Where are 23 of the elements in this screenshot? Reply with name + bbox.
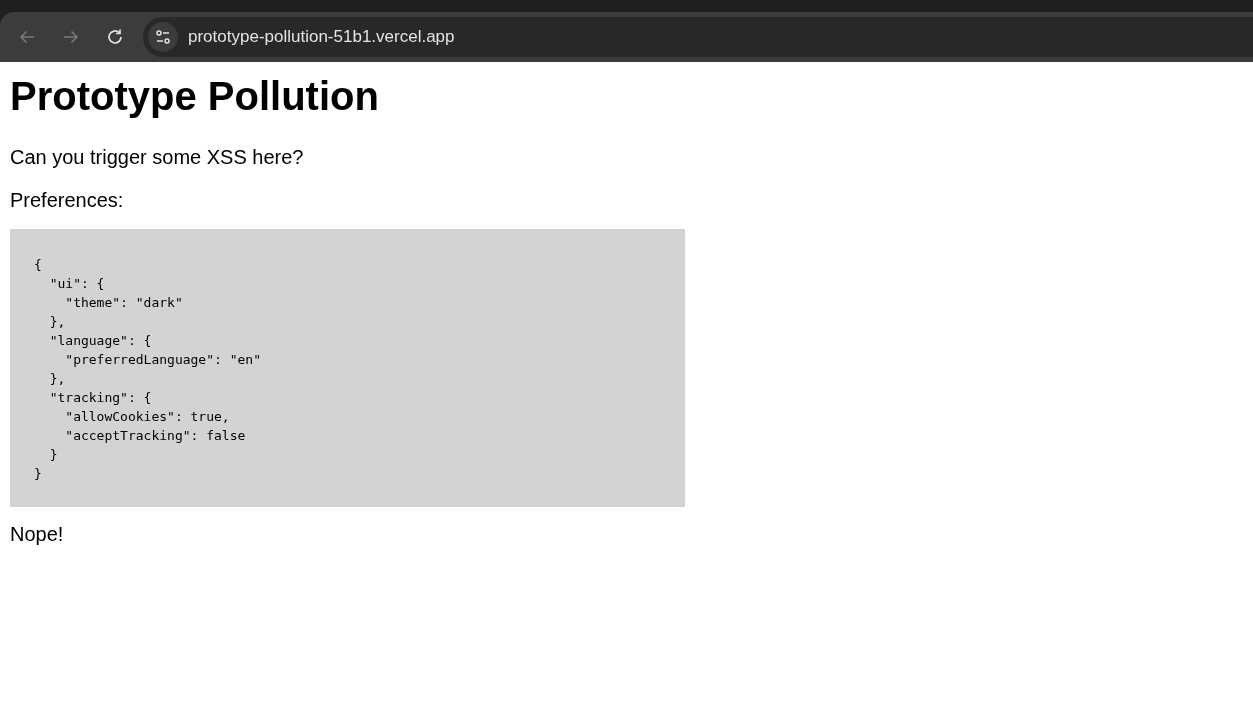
code-line: "acceptTracking": false xyxy=(64,427,246,445)
code-line: "tracking": { xyxy=(48,389,152,407)
code-line: { xyxy=(34,256,42,274)
preferences-label: Preferences: xyxy=(10,188,125,212)
sliders-icon xyxy=(155,29,171,45)
code-line: } xyxy=(34,465,42,483)
code-line: "language": { xyxy=(48,332,152,350)
result-text: Nope! xyxy=(10,522,65,546)
url-text: prototype-pollution-51b1.vercel.app xyxy=(188,26,455,49)
page-title: Prototype Pollution xyxy=(10,73,380,119)
intro-text: Can you trigger some XSS here? xyxy=(10,145,305,169)
reload-icon xyxy=(106,28,124,46)
code-line: }, xyxy=(48,370,66,388)
code-line: }, xyxy=(48,313,66,331)
site-settings-button[interactable] xyxy=(148,22,178,52)
code-line: "preferredLanguage": "en" xyxy=(64,351,261,369)
code-line: "theme": "dark" xyxy=(64,294,183,312)
code-line: "ui": { xyxy=(48,275,105,293)
forward-arrow-icon xyxy=(62,28,80,46)
back-arrow-icon xyxy=(18,28,36,46)
address-bar[interactable]: prototype-pollution-51b1.vercel.app xyxy=(143,17,1253,57)
code-line: "allowCookies": true, xyxy=(64,408,230,426)
code-line: } xyxy=(48,446,58,464)
